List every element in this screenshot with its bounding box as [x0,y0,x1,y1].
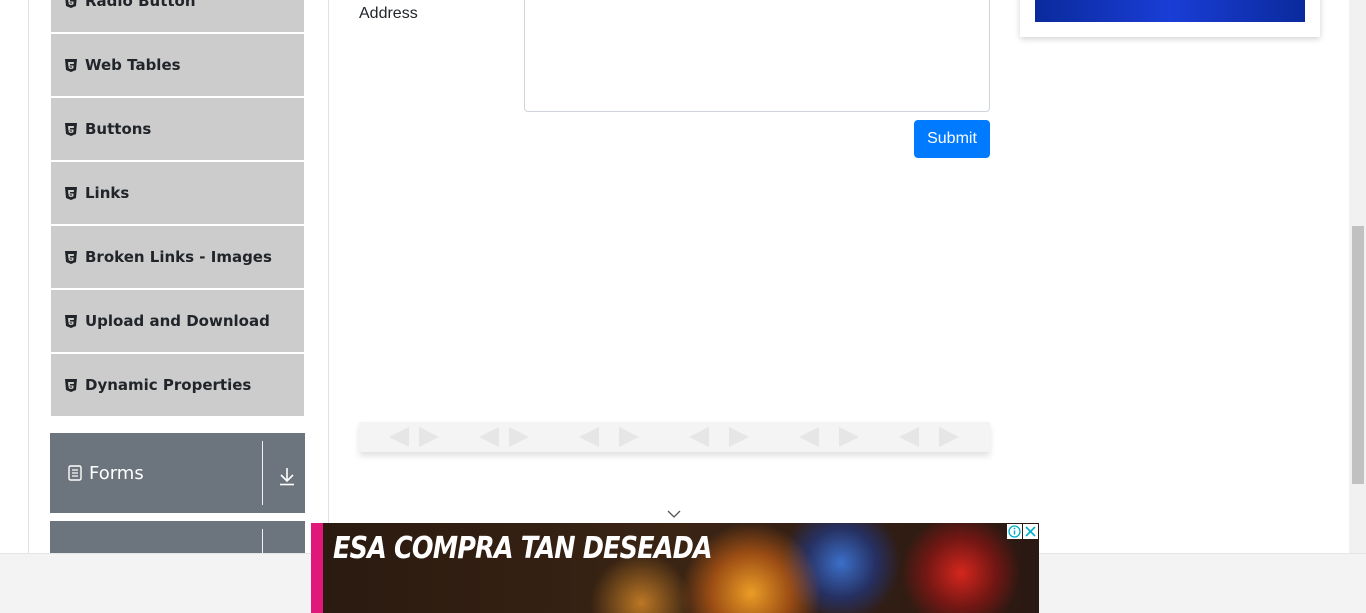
sidebar-item-dynamic-properties[interactable]: Dynamic Properties [51,354,304,416]
sidebar-group-forms[interactable]: Forms [50,433,305,513]
html5-icon [65,314,77,328]
info-icon[interactable] [1007,524,1022,539]
sidebar-item-web-tables[interactable]: Web Tables [51,34,304,96]
submit-button[interactable]: Submit [914,120,990,158]
ad-placeholder-strip [359,422,990,452]
left-divider [28,0,29,553]
download-arrow-icon[interactable] [278,466,296,486]
html5-icon [65,250,77,264]
group-separator [262,441,263,505]
html5-icon [65,0,77,8]
html5-icon [65,378,77,392]
sidebar-divider [328,0,329,553]
sidebar-item-label: Upload and Download [85,312,270,330]
sidebar-item-label: Links [85,184,130,202]
scrollbar-thumb[interactable] [1352,226,1364,484]
sidebar-item-label: Web Tables [85,56,181,74]
pattern-graphic [389,427,959,447]
sidebar-item-label: Radio Button [85,0,196,10]
sidebar-item-upload-download[interactable]: Upload and Download [51,290,304,352]
sidebar-item-links[interactable]: Links [51,162,304,224]
sidebar-item-label: Dynamic Properties [85,376,252,394]
sidebar-item-broken-links[interactable]: Broken Links - Images [51,226,304,288]
chevron-down-icon[interactable] [666,509,682,519]
html5-icon [65,122,77,136]
banner-ad[interactable]: ESA COMPRA TAN DESEADA [311,523,1039,613]
sidebar-item-label: Buttons [85,120,152,138]
ad-image [1035,0,1305,22]
html5-icon [65,186,77,200]
banner-headline: ESA COMPRA TAN DESEADA [333,531,713,566]
address-label: Address [359,5,418,22]
close-icon[interactable] [1023,524,1038,539]
ad-card[interactable] [1020,0,1320,37]
sidebar-item-buttons[interactable]: Buttons [51,98,304,160]
sidebar-item-label: Broken Links - Images [85,248,272,266]
address-textarea[interactable] [524,0,990,112]
document-icon [68,465,82,481]
banner-stripe [311,523,323,613]
html5-icon [65,58,77,72]
group-label: Forms [89,462,144,484]
sidebar-item-radio-button[interactable]: Radio Button [51,0,304,32]
